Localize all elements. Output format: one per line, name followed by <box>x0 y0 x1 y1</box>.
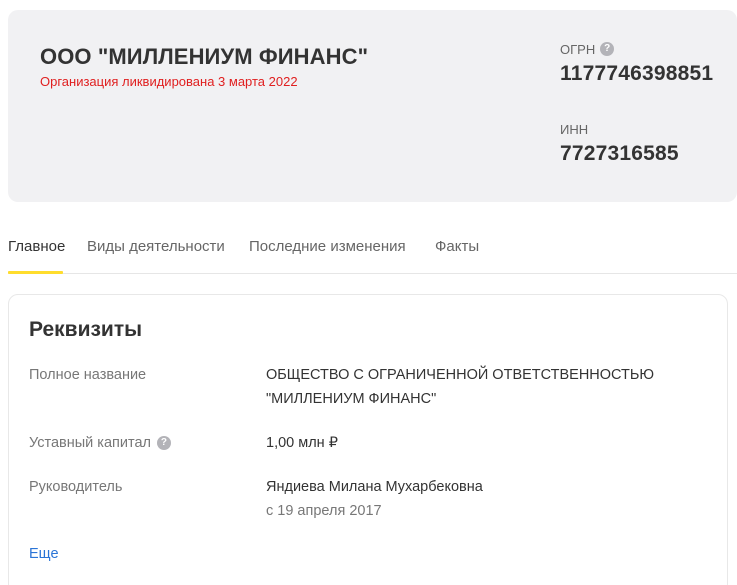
tab-bar: Главное Виды деятельности Последние изме… <box>8 226 737 274</box>
full-name-label-text: Полное название <box>29 367 147 383</box>
inn-label: ИНН <box>560 121 589 137</box>
full-name-value: ОБЩЕСТВО С ОГРАНИЧЕННОЙ ОТВЕТСТВЕННОСТЬЮ… <box>266 363 654 411</box>
section-title: Реквизиты <box>29 318 143 341</box>
question-circle-icon[interactable]: ? <box>600 42 615 56</box>
liquidation-status: Организация ликвидирована 3 марта 2022 <box>40 74 298 89</box>
full-name-line-1: ОБЩЕСТВО С ОГРАНИЧЕННОЙ ОТВЕТСТВЕННОСТЬЮ <box>266 367 655 383</box>
director-since: с 19 апреля 2017 <box>266 503 382 519</box>
company-name: ООО "МИЛЛЕНИУМ ФИНАНС" <box>40 44 369 69</box>
full-name-line-2: "МИЛЛЕНИУМ ФИНАНС" <box>266 391 437 407</box>
requisites-card: Реквизиты Полное название ОБЩЕСТВО С ОГР… <box>8 294 728 585</box>
director-label-text: Руководитель <box>29 479 123 495</box>
full-name-label: Полное название <box>29 367 146 383</box>
ogrn-block: ОГРН ? 1177746398851 <box>560 41 713 86</box>
tab-activities[interactable]: Виды деятельности <box>87 238 225 255</box>
tab-facts[interactable]: Факты <box>435 238 479 255</box>
director-label: Руководитель <box>29 479 122 495</box>
tab-main[interactable]: Главное <box>8 238 65 255</box>
inn-block: ИНН 7727316585 <box>560 121 679 166</box>
director-name: Яндиева Милана Мухарбековна <box>266 479 483 495</box>
inn-value: 7727316585 <box>560 142 679 165</box>
ogrn-label-row: ОГРН ? <box>560 41 713 57</box>
capital-label-text: Уставный капитал <box>29 435 151 451</box>
capital-label: Уставный капитал ? <box>29 435 171 451</box>
more-link[interactable]: Еще <box>29 546 59 562</box>
tab-recent-changes[interactable]: Последние изменения <box>249 238 406 255</box>
inn-label-row: ИНН <box>560 121 679 137</box>
ogrn-label: ОГРН <box>560 41 596 57</box>
active-tab-indicator <box>8 271 63 274</box>
company-header-card: ООО "МИЛЛЕНИУМ ФИНАНС" Организация ликви… <box>8 10 737 202</box>
ogrn-value: 1177746398851 <box>560 62 714 85</box>
question-circle-icon[interactable]: ? <box>156 436 171 450</box>
capital-value: 1,00 млн ₽ <box>266 435 338 451</box>
